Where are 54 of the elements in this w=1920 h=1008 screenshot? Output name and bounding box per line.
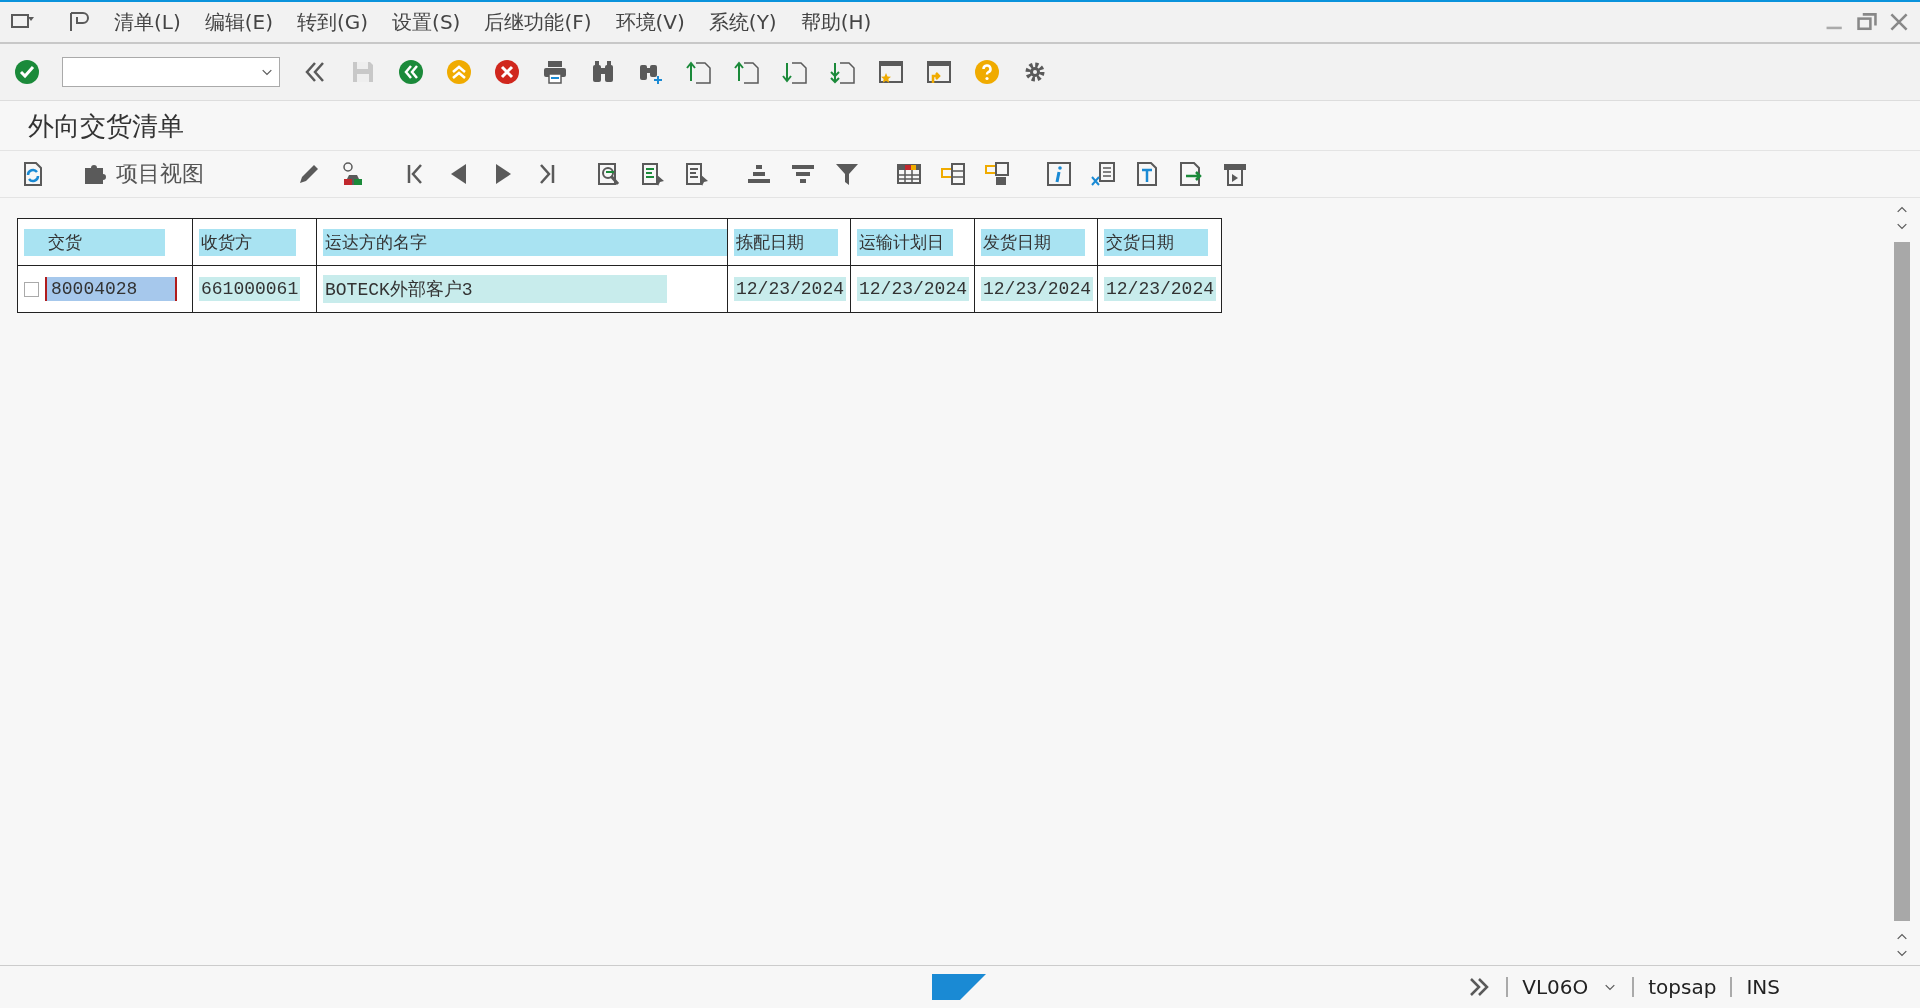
column-header[interactable]: 发货日期 xyxy=(981,228,1085,256)
stamp-icon[interactable] xyxy=(1222,161,1248,187)
restore-icon[interactable] xyxy=(1856,11,1878,33)
close-icon[interactable] xyxy=(1888,11,1910,33)
page-arrow-down-icon[interactable] xyxy=(830,59,856,85)
command-field[interactable] xyxy=(62,57,280,87)
menu-item[interactable]: 帮助(H) xyxy=(788,8,884,36)
column-header[interactable]: 运输计划日 xyxy=(857,228,953,256)
binoculars-icon[interactable] xyxy=(590,59,616,85)
column-header[interactable]: 运达方的名字 xyxy=(323,228,727,256)
table-cell: 12/23/2024 xyxy=(981,277,1094,301)
filter-icon[interactable] xyxy=(834,161,860,187)
user-name: topsap xyxy=(1648,975,1717,999)
row-checkbox[interactable] xyxy=(24,281,39,297)
logo-icon xyxy=(932,974,986,1000)
info-icon[interactable] xyxy=(1046,161,1072,187)
table-cell: 12/23/2024 xyxy=(857,277,970,301)
table-cell: 12/23/2024 xyxy=(734,277,847,301)
scrollbar-thumb[interactable] xyxy=(1894,242,1910,921)
printer-icon[interactable] xyxy=(542,59,568,85)
layout-save-icon[interactable] xyxy=(984,161,1010,187)
export-spreadsheet-icon[interactable] xyxy=(1090,161,1116,187)
detail-search-icon[interactable] xyxy=(596,161,622,187)
menu-item[interactable]: 清单(L) xyxy=(102,8,193,36)
transaction-code: VL06O xyxy=(1522,975,1589,999)
menu-item[interactable]: 转到(G) xyxy=(285,8,381,36)
menu-item[interactable]: 设置(S) xyxy=(380,8,473,36)
back-icon[interactable] xyxy=(398,59,424,85)
column-header[interactable]: 交货 xyxy=(24,228,165,256)
page-arrow-up-icon[interactable] xyxy=(686,59,712,85)
checkmark-icon[interactable] xyxy=(14,59,40,85)
menu-item[interactable]: 后继功能(F) xyxy=(472,8,604,36)
menu-item[interactable]: 系统(Y) xyxy=(696,8,789,36)
text-document-icon[interactable] xyxy=(1134,161,1160,187)
menu-item[interactable]: 编辑(E) xyxy=(192,8,285,36)
table-icon[interactable] xyxy=(896,161,922,187)
table-cell[interactable]: 80004028 xyxy=(45,277,177,301)
input-mode: INS xyxy=(1746,975,1780,999)
export-arrow-icon[interactable] xyxy=(1178,161,1204,187)
screen-title: 外向交货清单 xyxy=(0,101,1920,151)
layout-icon[interactable] xyxy=(940,161,966,187)
table-cell: 661000061 xyxy=(199,277,301,301)
page-arrow-up-icon[interactable] xyxy=(734,59,760,85)
sort-descending-icon[interactable] xyxy=(684,161,710,187)
column-header[interactable]: 收货方 xyxy=(199,228,296,256)
column-header[interactable]: 拣配日期 xyxy=(734,228,838,256)
menu-item[interactable]: 环境(V) xyxy=(603,8,697,36)
cancel-icon[interactable] xyxy=(494,59,520,85)
column-header[interactable]: 交货日期 xyxy=(1104,228,1208,256)
table-cell: 12/23/2024 xyxy=(1104,277,1217,301)
table-cell: BOTECK外部客户3 xyxy=(323,275,667,303)
item-view-button[interactable]: 项目视图 xyxy=(82,159,204,189)
page-arrow-down-icon[interactable] xyxy=(782,59,808,85)
sort-ascending-icon[interactable] xyxy=(640,161,666,187)
